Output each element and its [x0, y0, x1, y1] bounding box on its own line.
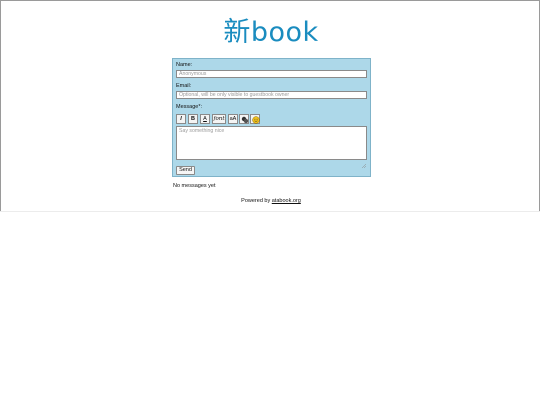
textarea-resize-handle[interactable] — [361, 155, 367, 169]
bold-button[interactable]: B — [188, 114, 198, 124]
message-label: Message*: — [176, 104, 202, 110]
site-logo[interactable]: 新book — [1, 15, 540, 51]
insert-smiley-button[interactable] — [250, 114, 260, 124]
insert-image-button[interactable] — [239, 114, 249, 124]
no-messages-text: No messages yet — [173, 183, 216, 189]
underline-button[interactable]: A — [200, 114, 210, 124]
powered-by-footer: Powered by atabook.org — [1, 198, 540, 205]
powered-by-text: Powered by — [241, 198, 271, 204]
font-button[interactable]: font — [212, 114, 226, 124]
name-label: Name: — [176, 62, 193, 68]
italic-button[interactable]: I — [176, 114, 186, 124]
atabook-link[interactable]: atabook.org — [272, 198, 301, 204]
smiley-icon — [251, 115, 260, 124]
email-label: Email: — [176, 83, 192, 89]
name-input[interactable]: Anonymous — [176, 70, 367, 78]
guestbook-page: 新book Name: Anonymous Email: Optional, w… — [0, 0, 540, 212]
font-size-button[interactable]: aA — [228, 114, 238, 124]
guestbook-form: Name: Anonymous Email: Optional, will be… — [172, 58, 371, 177]
page-bottom-divider — [0, 211, 540, 212]
message-textarea[interactable]: Say something nice — [176, 126, 367, 160]
image-icon — [241, 116, 248, 123]
resize-grip-icon — [361, 163, 367, 169]
send-button[interactable]: Send — [176, 166, 195, 175]
email-input[interactable]: Optional, will be only visible to guestb… — [176, 91, 367, 99]
